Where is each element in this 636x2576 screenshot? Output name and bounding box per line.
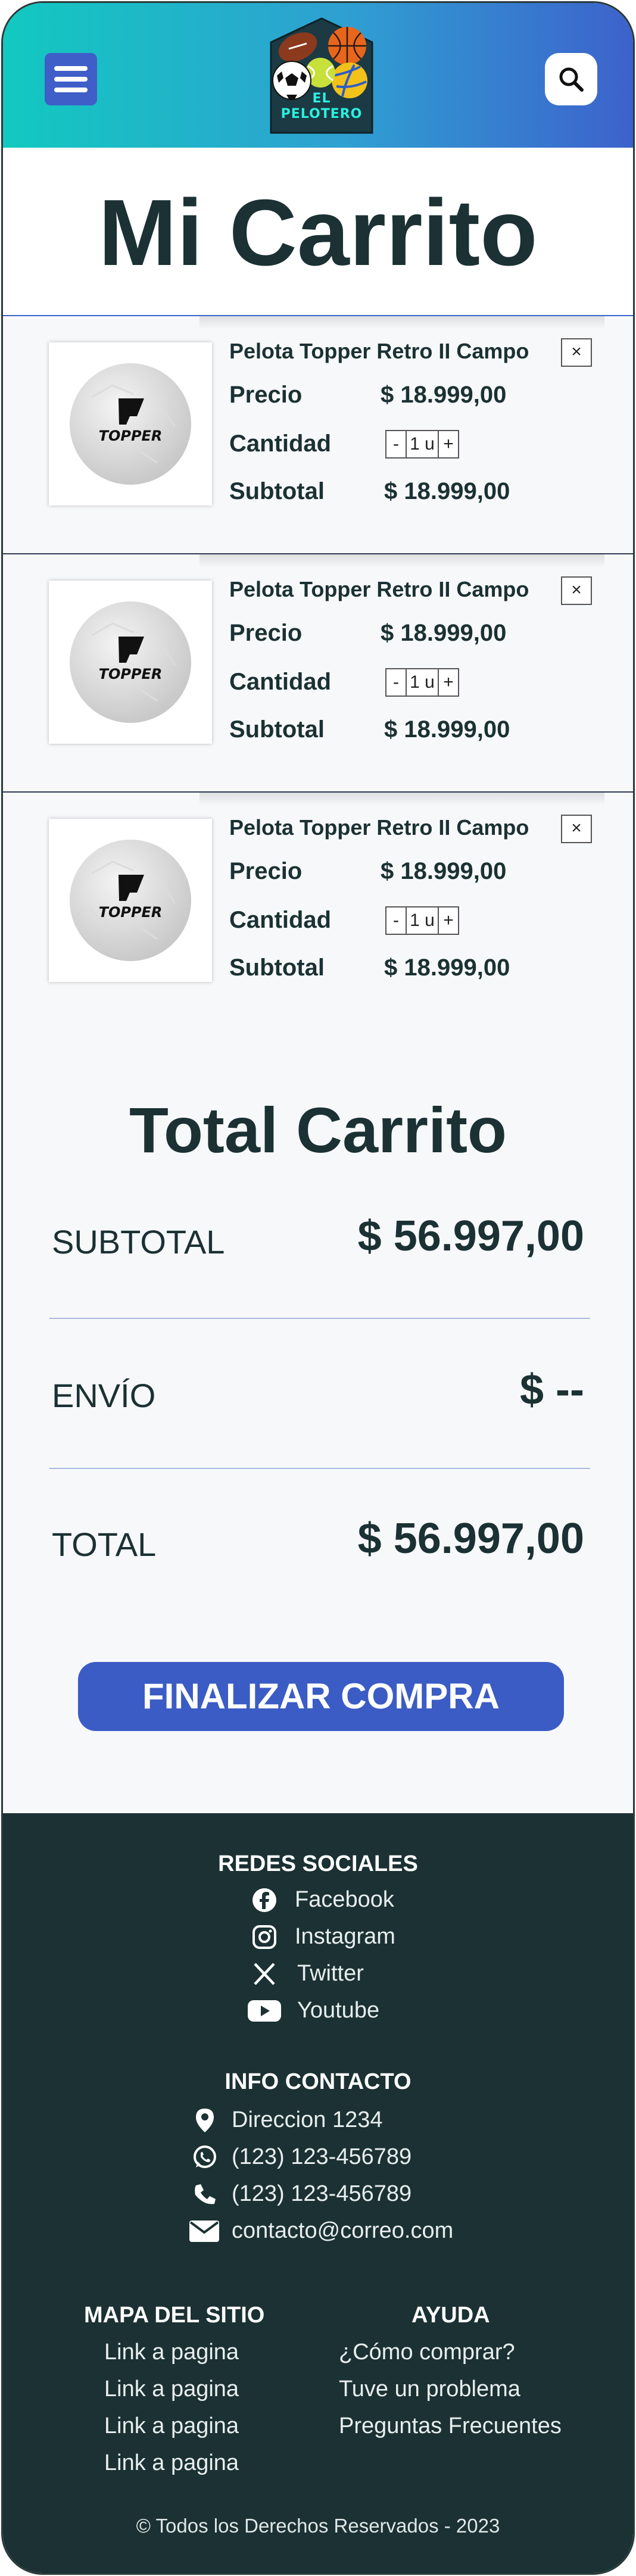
contact-phone[interactable]: (123) 123-456789 — [232, 2181, 411, 2207]
help-link[interactable]: Preguntas Frecuentes — [339, 2413, 562, 2439]
shipping-label: ENVÍO — [52, 1377, 156, 1414]
page-title: Mi Carrito — [98, 180, 538, 285]
social-link-instagram[interactable]: Instagram — [295, 1924, 395, 1950]
price-value: $ 18.999,00 — [381, 382, 507, 408]
product-image[interactable]: TOPPER — [49, 342, 212, 506]
brand-text: TOPPER — [99, 904, 163, 921]
sitemap-heading: MAPA DEL SITIO — [84, 2303, 265, 2328]
price-value: $ 18.999,00 — [381, 620, 507, 646]
divider — [49, 1468, 590, 1469]
whatsapp-icon — [191, 2144, 219, 2171]
quantity-label: Cantidad — [229, 907, 332, 933]
cart-item: TOPPER Pelota Topper Retro II Campo × Pr… — [3, 554, 633, 793]
phone-icon — [191, 2181, 219, 2208]
total-label: TOTAL — [52, 1526, 157, 1563]
contact-heading: INFO CONTACTO — [225, 2069, 411, 2094]
subtotal-label: Subtotal — [229, 955, 325, 981]
help-link[interactable]: ¿Cómo comprar? — [339, 2340, 515, 2365]
brand-text: TOPPER — [99, 666, 163, 682]
sitemap-link[interactable]: Link a pagina — [104, 2450, 239, 2476]
decrement-button[interactable]: - — [386, 431, 406, 457]
subtotal-value: $ 18.999,00 — [384, 955, 510, 981]
menu-bar — [54, 77, 88, 82]
hamburger-menu-button[interactable] — [45, 53, 97, 105]
cart-item: TOPPER Pelota Topper Retro II Campo × Pr… — [3, 316, 633, 554]
quantity-value[interactable]: 1 u — [406, 907, 439, 934]
remove-item-button[interactable]: × — [561, 815, 592, 843]
product-image[interactable]: TOPPER — [49, 581, 212, 744]
contact-address: Direccion 1234 — [232, 2107, 383, 2132]
product-name[interactable]: Pelota Topper Retro II Campo — [229, 577, 529, 602]
totals-title: Total Carrito — [129, 1094, 507, 1166]
contact-whatsapp[interactable]: (123) 123-456789 — [232, 2144, 411, 2170]
sitemap-link[interactable]: Link a pagina — [104, 2377, 239, 2402]
cart-item: TOPPER Pelota Topper Retro II Campo × Pr… — [3, 793, 633, 1031]
sitemap-link[interactable]: Link a pagina — [104, 2340, 239, 2365]
page-title-section: Mi Carrito — [3, 148, 633, 316]
quantity-value[interactable]: 1 u — [406, 431, 439, 457]
increment-button[interactable]: + — [439, 907, 458, 934]
social-link-facebook[interactable]: Facebook — [295, 1887, 394, 1913]
quantity-stepper: - 1 u + — [385, 668, 459, 697]
footer: REDES SOCIALES Facebook Instagram Twitte… — [3, 1813, 633, 2573]
decrement-button[interactable]: - — [386, 907, 406, 934]
subtotal-value: $ 56.997,00 — [357, 1212, 584, 1260]
ball-image: TOPPER — [70, 601, 191, 723]
envelope-icon — [188, 2218, 221, 2245]
facebook-icon — [251, 1886, 278, 1914]
remove-item-button[interactable]: × — [561, 576, 592, 605]
price-label: Precio — [229, 620, 303, 646]
sitemap-link[interactable]: Link a pagina — [104, 2413, 239, 2439]
remove-item-button[interactable]: × — [561, 338, 592, 367]
price-label: Precio — [229, 858, 303, 884]
contact-email[interactable]: contacto@correo.com — [232, 2218, 453, 2244]
increment-button[interactable]: + — [439, 431, 458, 457]
help-link[interactable]: Tuve un problema — [339, 2377, 520, 2402]
ball-image: TOPPER — [70, 840, 191, 961]
quantity-stepper: - 1 u + — [385, 430, 459, 459]
location-pin-icon — [191, 2107, 219, 2134]
price-label: Precio — [229, 382, 303, 408]
subtotal-label: Subtotal — [229, 716, 325, 743]
youtube-icon — [247, 1997, 282, 2025]
divider — [49, 1318, 590, 1319]
social-heading: REDES SOCIALES — [218, 1851, 418, 1876]
subtotal-label: Subtotal — [229, 478, 325, 504]
total-value: $ 56.997,00 — [357, 1515, 584, 1563]
subtotal-value: $ 18.999,00 — [384, 716, 510, 743]
checkout-button[interactable]: FINALIZAR COMPRA — [78, 1662, 564, 1731]
x-twitter-icon — [251, 1960, 278, 1988]
quantity-label: Cantidad — [229, 431, 332, 457]
increment-button[interactable]: + — [439, 669, 458, 696]
search-button[interactable] — [545, 53, 597, 105]
shipping-value: $ -- — [520, 1366, 584, 1414]
instagram-icon — [251, 1923, 278, 1951]
copyright: © Todos los Derechos Reservados - 2023 — [136, 2515, 500, 2537]
logo-line-1: EL — [312, 91, 331, 106]
decrement-button[interactable]: - — [386, 669, 406, 696]
product-name[interactable]: Pelota Topper Retro II Campo — [229, 339, 529, 364]
social-link-youtube[interactable]: Youtube — [297, 1998, 379, 2023]
product-image[interactable]: TOPPER — [49, 819, 212, 982]
menu-bar — [54, 88, 88, 92]
menu-bar — [54, 66, 88, 71]
logo-text: EL PELOTERO — [274, 91, 369, 122]
app-frame: EL PELOTERO Mi Carrito TOPPER Pelota Top… — [1, 1, 635, 2575]
subtotal-value: $ 18.999,00 — [384, 478, 510, 504]
ball-image: TOPPER — [70, 363, 191, 485]
product-name[interactable]: Pelota Topper Retro II Campo — [229, 815, 529, 840]
search-icon — [559, 67, 584, 92]
help-heading: AYUDA — [411, 2303, 490, 2328]
quantity-label: Cantidad — [229, 669, 332, 695]
brand-text: TOPPER — [99, 428, 163, 444]
price-value: $ 18.999,00 — [381, 858, 507, 884]
logo-line-2: PELOTERO — [280, 107, 363, 121]
quantity-value[interactable]: 1 u — [406, 669, 439, 696]
quantity-stepper: - 1 u + — [385, 906, 459, 935]
social-link-twitter[interactable]: Twitter — [297, 1961, 364, 1986]
subtotal-label: SUBTOTAL — [52, 1223, 225, 1261]
header: EL PELOTERO — [3, 3, 633, 148]
